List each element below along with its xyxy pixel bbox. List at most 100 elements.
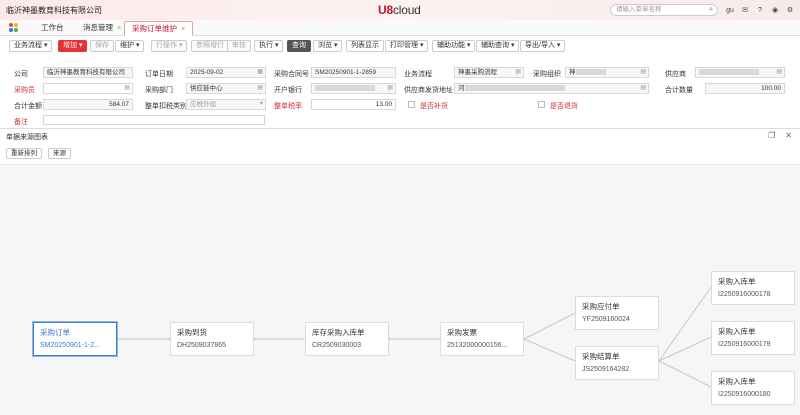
approve-button[interactable]: 审核 [227, 40, 251, 52]
graph-node-invoice[interactable]: 采购发票 25132000000156... [440, 322, 524, 356]
auxiliary-query-button[interactable]: 辅助查询 ▾ [476, 40, 520, 52]
tax-field[interactable]: 13.00 [311, 99, 396, 110]
apps-icon[interactable] [9, 23, 19, 33]
supplier-field[interactable]: ▤ [695, 67, 785, 78]
node-code: DH2509037865 [177, 342, 227, 349]
settings-icon[interactable]: ⚙ [785, 5, 795, 15]
qty-value: 100.00 [761, 85, 781, 92]
dept-field[interactable]: 供应链中心 ▤ [186, 83, 266, 94]
row-operation-button[interactable]: 行操作 ▾ [151, 40, 188, 52]
edge [658, 286, 712, 362]
graph-node-inbound-180[interactable]: 采购入库单 I2250916000180 [711, 371, 795, 405]
return-checkbox[interactable] [538, 101, 545, 108]
discount-label: 整单扣税类别 [145, 103, 187, 110]
tab-workbench[interactable]: 工作台 [34, 21, 71, 36]
browse-button[interactable]: 浏览 ▾ [313, 40, 343, 52]
user-icon[interactable]: ◉ [770, 5, 780, 15]
graph-node-stock-inbound[interactable]: 库存采购入库单 CR2509030003 [305, 322, 389, 356]
remark-field[interactable] [43, 115, 265, 125]
print-manage-button[interactable]: 打印管理 ▾ [385, 40, 429, 52]
contract-value: SM20250901-1-2859 [315, 69, 377, 76]
company-field[interactable]: 临沂神墨教育科技有限公司 [43, 67, 133, 78]
node-code: I2250916000178 [718, 291, 771, 298]
close-icon[interactable]: ✕ [785, 131, 792, 140]
export-import-button[interactable]: 导出/导入 ▾ [520, 40, 566, 52]
logo-cloud: cloud [392, 3, 421, 17]
flow-label: 业务流程 [404, 71, 432, 78]
reference-icon[interactable]: ▤ [124, 84, 130, 93]
node-code: SM20250901-1-2... [40, 342, 100, 349]
node-title: 采购入库单 [718, 377, 756, 386]
help-icon[interactable]: ? [755, 5, 765, 15]
list-view-button[interactable]: 列表显示 [346, 40, 384, 52]
node-title: 采购应付单 [582, 302, 620, 311]
amount-label: 合计金额 [14, 103, 42, 110]
graph-node-arrival[interactable]: 采购到货 DH2509037865 [170, 322, 254, 356]
dropdown-icon[interactable]: ▾ [260, 100, 263, 109]
edge [523, 338, 576, 362]
message-icon[interactable]: ✉ [740, 5, 750, 15]
search-icon[interactable]: ⌕ [709, 5, 713, 15]
graph-node-inbound-178[interactable]: 采购入库单 I2250916000178 [711, 271, 795, 305]
graph-edges [116, 286, 712, 388]
supplement-checkbox[interactable] [408, 101, 415, 108]
reference-icon[interactable]: ▤ [515, 68, 521, 77]
search-placeholder: 请输入菜单名称 [616, 6, 662, 13]
graph-canvas[interactable]: 采购订单 SM20250901-1-2... 采购到货 DH2509037865… [0, 164, 800, 415]
node-title: 采购入库单 [718, 327, 756, 336]
source-button[interactable]: 来源 [48, 148, 71, 159]
address-field[interactable]: 河 ▤ [454, 83, 649, 94]
toolbar: 业务流程 ▾ 增加 ▾ 保存 维护 ▾ 行操作 ▾ 参照增行 审核 执行 ▾ 查… [0, 38, 800, 54]
business-flow-button[interactable]: 业务流程 ▾ [9, 40, 53, 52]
reference-icon[interactable]: ▤ [640, 68, 646, 77]
menu-search-input[interactable]: 请输入菜单名称 ⌕ [610, 4, 718, 16]
dept-label: 采购部门 [145, 87, 173, 94]
reference-icon[interactable]: ▤ [257, 84, 263, 93]
reference-add-row-button[interactable]: 参照增行 [191, 40, 229, 52]
order-date-field[interactable]: 2025-09-02 ▦ [186, 67, 266, 78]
user-label[interactable]: gu [725, 5, 735, 15]
close-icon[interactable]: × [181, 24, 185, 33]
reference-icon[interactable]: ▤ [387, 84, 393, 93]
close-icon[interactable]: × [117, 23, 121, 32]
reference-icon[interactable]: ▤ [640, 84, 646, 93]
edge [658, 360, 712, 388]
org-label: 采购组织 [533, 71, 561, 78]
blurred-text [464, 85, 565, 92]
execute-button[interactable]: 执行 ▾ [254, 40, 284, 52]
buyer-field[interactable]: ▤ [43, 83, 133, 94]
reference-icon[interactable]: ▤ [776, 68, 782, 77]
flow-field[interactable]: 神墨采购流程 ▤ [454, 67, 524, 78]
graph-node-settlement[interactable]: 采购结算单 JS2509164282 [575, 346, 659, 380]
restore-icon[interactable]: ❐ [768, 131, 775, 140]
graph-node-inbound-179[interactable]: 采购入库单 I2250916000179 [711, 321, 795, 355]
maintain-button[interactable]: 维护 ▾ [115, 40, 145, 52]
auxiliary-function-button[interactable]: 辅助功能 ▾ [432, 40, 476, 52]
header-icons: gu ✉ ? ◉ ⚙ ⏻ [725, 5, 800, 15]
graph-node-payable[interactable]: 采购应付单 YF2509160024 [575, 296, 659, 330]
org-field[interactable]: 神 ▤ [565, 67, 649, 78]
qty-field[interactable]: 100.00 [705, 83, 785, 94]
u8cloud-logo: U8cloud [378, 3, 421, 17]
query-button[interactable]: 查询 [287, 40, 311, 52]
bank-field[interactable]: ▤ [311, 83, 396, 94]
node-title: 采购发票 [447, 328, 477, 337]
add-button[interactable]: 增加 ▾ [58, 40, 88, 52]
remark-label: 备注 [14, 119, 28, 126]
company-name: 临沂神墨教育科技有限公司 [6, 6, 102, 15]
buyer-label: 采购员 [14, 87, 35, 94]
contract-field[interactable]: SM20250901-1-2859 [311, 67, 396, 78]
graph-node-purchase-order[interactable]: 采购订单 SM20250901-1-2... [33, 322, 117, 356]
rearrange-button[interactable]: 重新排列 [6, 148, 42, 159]
tab-purchase-order[interactable]: 采购订单维护 × [124, 21, 194, 36]
dept-value: 供应链中心 [190, 85, 223, 92]
save-button[interactable]: 保存 [90, 40, 114, 52]
flow-value: 神墨采购流程 [458, 69, 497, 76]
node-code: JS2509164282 [582, 366, 630, 373]
order-date-value: 2025-09-02 [190, 69, 224, 76]
node-title: 采购到货 [177, 328, 207, 337]
tab-message-management[interactable]: 消息管理 × [76, 21, 128, 36]
calendar-icon[interactable]: ▦ [257, 68, 263, 77]
amount-field[interactable]: 584.07 [43, 99, 133, 110]
discount-field[interactable]: 应税外加 ▾ [186, 99, 266, 110]
